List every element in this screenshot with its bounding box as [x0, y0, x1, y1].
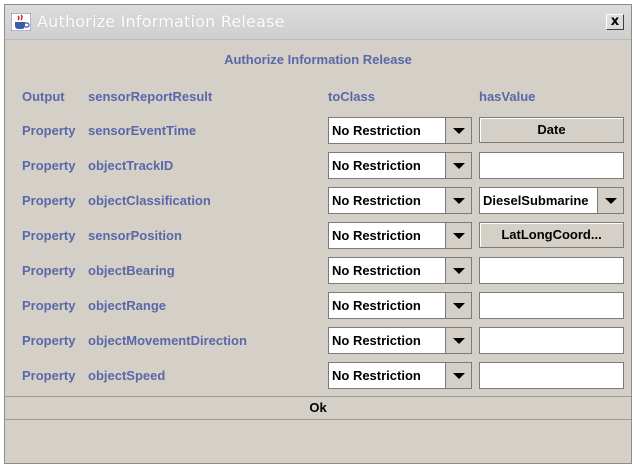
dialog-heading: Authorize Information Release — [224, 52, 412, 67]
toclass-select-value: No Restriction — [332, 123, 421, 138]
hasvalue-button-date[interactable]: Date — [479, 117, 624, 143]
close-icon: x — [610, 14, 620, 29]
hasvalue-text-field[interactable] — [479, 152, 624, 179]
title-bar[interactable]: Authorize Information Release x — [5, 5, 631, 40]
hasvalue-button-latlongcoord[interactable]: LatLongCoord... — [479, 222, 624, 248]
toclass-select[interactable]: No Restriction — [328, 152, 472, 179]
toclass-select[interactable]: No Restriction — [328, 362, 472, 389]
hasvalue-text-field[interactable] — [479, 292, 624, 319]
property-row-objectbearing: Property objectBearing No Restriction — [5, 255, 631, 287]
toclass-dropdown-button[interactable] — [445, 363, 471, 388]
property-row-objectrange: Property objectRange No Restriction — [5, 290, 631, 322]
property-kind-label: Property — [22, 123, 76, 138]
toclass-select[interactable]: No Restriction — [328, 117, 472, 144]
toclass-select-value: No Restriction — [332, 158, 421, 173]
toclass-select-value: No Restriction — [332, 368, 421, 383]
property-row-sensorposition: Property sensorPosition No Restriction L… — [5, 220, 631, 252]
property-kind-label: Property — [22, 298, 76, 313]
toclass-dropdown-button[interactable] — [445, 293, 471, 318]
property-kind-label: Property — [22, 228, 76, 243]
chevron-down-icon — [453, 128, 465, 134]
hasvalue-text-field[interactable] — [479, 327, 624, 354]
chevron-down-icon — [453, 303, 465, 309]
authorize-dialog-window: Authorize Information Release x Authoriz… — [4, 4, 632, 464]
property-kind-label: Property — [22, 263, 76, 278]
property-name-label: objectBearing — [88, 263, 175, 278]
property-name-label: objectRange — [88, 298, 167, 313]
property-name-label: objectMovementDirection — [88, 333, 247, 348]
property-name-label: objectClassification — [88, 193, 211, 208]
java-coffee-cup-icon — [11, 13, 31, 31]
property-kind-label: Property — [22, 333, 76, 348]
column-header-hasvalue: hasValue — [479, 89, 536, 104]
toclass-select-value: No Restriction — [332, 333, 421, 348]
toclass-select[interactable]: No Restriction — [328, 327, 472, 354]
property-row-objectspeed: Property objectSpeed No Restriction — [5, 360, 631, 392]
property-row-objectmovementdirection: Property objectMovementDirection No Rest… — [5, 325, 631, 357]
toclass-select-value: No Restriction — [332, 298, 421, 313]
toclass-dropdown-button[interactable] — [445, 258, 471, 283]
chevron-down-icon — [453, 233, 465, 239]
window-title: Authorize Information Release — [37, 12, 285, 31]
output-name-label: sensorReportResult — [88, 89, 213, 104]
property-name-label: objectSpeed — [88, 368, 166, 383]
column-header-toclass: toClass — [328, 89, 375, 104]
hasvalue-text-field[interactable] — [479, 257, 624, 284]
chevron-down-icon — [453, 338, 465, 344]
toclass-dropdown-button[interactable] — [445, 223, 471, 248]
close-button[interactable]: x — [606, 14, 624, 30]
toclass-select[interactable]: No Restriction — [328, 292, 472, 319]
output-kind-label: Output — [22, 89, 65, 104]
toclass-dropdown-button[interactable] — [445, 118, 471, 143]
property-name-label: sensorPosition — [88, 228, 182, 243]
toclass-dropdown-button[interactable] — [445, 153, 471, 178]
toclass-select-value: No Restriction — [332, 263, 421, 278]
toclass-select[interactable]: No Restriction — [328, 187, 472, 214]
toclass-select[interactable]: No Restriction — [328, 257, 472, 284]
chevron-down-icon — [453, 198, 465, 204]
toclass-select[interactable]: No Restriction — [328, 222, 472, 249]
property-kind-label: Property — [22, 158, 76, 173]
hasvalue-select[interactable]: DieselSubmarine — [479, 187, 624, 214]
property-kind-label: Property — [22, 193, 76, 208]
toclass-dropdown-button[interactable] — [445, 328, 471, 353]
hasvalue-select-value: DieselSubmarine — [483, 193, 589, 208]
toclass-dropdown-button[interactable] — [445, 188, 471, 213]
property-row-objectclassification: Property objectClassification No Restric… — [5, 185, 631, 217]
hasvalue-dropdown-button[interactable] — [597, 188, 623, 213]
chevron-down-icon — [453, 163, 465, 169]
property-row-sensoreventtime: Property sensorEventTime No Restriction … — [5, 115, 631, 147]
property-name-label: objectTrackID — [88, 158, 174, 173]
chevron-down-icon — [453, 373, 465, 379]
toclass-select-value: No Restriction — [332, 193, 421, 208]
property-row-objecttrackid: Property objectTrackID No Restriction — [5, 150, 631, 182]
chevron-down-icon — [605, 198, 617, 204]
property-name-label: sensorEventTime — [88, 123, 197, 138]
chevron-down-icon — [453, 268, 465, 274]
ok-button[interactable]: Ok — [5, 396, 631, 420]
toclass-select-value: No Restriction — [332, 228, 421, 243]
hasvalue-text-field[interactable] — [479, 362, 624, 389]
property-kind-label: Property — [22, 368, 76, 383]
